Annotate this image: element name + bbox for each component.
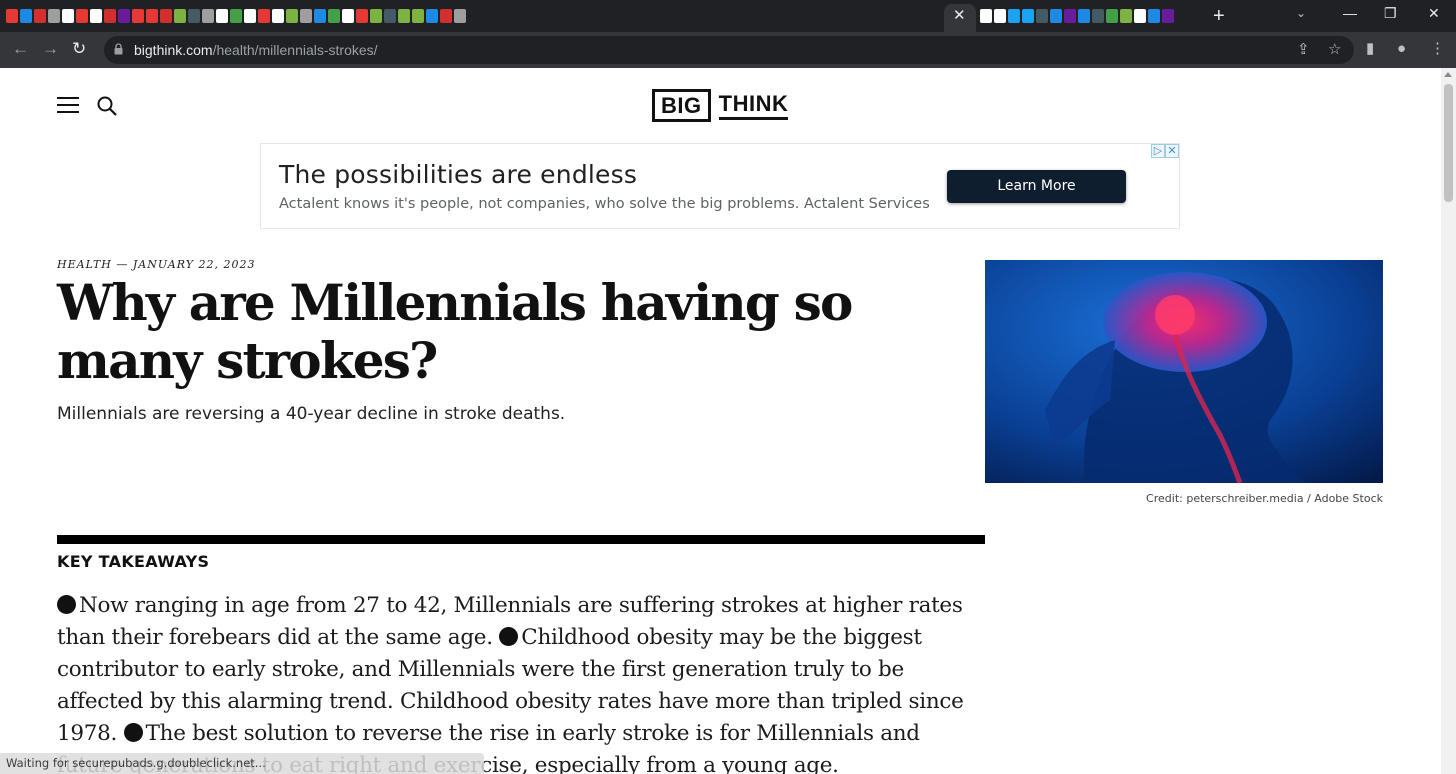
tab-favicon-icon[interactable] (440, 9, 452, 23)
bullet-icon (123, 723, 143, 742)
tab-favicon-icon[interactable] (104, 9, 116, 23)
tab-favicon-icon[interactable] (398, 9, 410, 23)
scrollbar-thumb[interactable] (1444, 84, 1453, 202)
tab-favicon-icon[interactable] (118, 9, 130, 23)
tab-favicon-icon[interactable] (328, 9, 340, 23)
tab-favicon-icon[interactable] (1050, 9, 1062, 23)
side-panel-icon[interactable]: ▮ (1366, 40, 1374, 58)
url-text[interactable]: bigthink.com/health/millennials-strokes/ (134, 42, 378, 58)
logo-think: THINK (718, 90, 789, 120)
tab-favicon-icon[interactable] (980, 9, 992, 23)
restore-icon[interactable]: ❐ (1384, 5, 1397, 22)
site-logo[interactable]: BIG THINK (652, 88, 789, 122)
advertisement-banner[interactable]: The possibilities are endless Actalent k… (260, 143, 1180, 229)
back-icon[interactable]: ← (12, 39, 29, 59)
tab-favicon-icon[interactable] (370, 9, 382, 23)
tab-favicon-icon[interactable] (356, 9, 368, 23)
close-tab-icon[interactable]: ✕ (953, 6, 966, 26)
ad-subtitle: Actalent knows it's people, not companie… (279, 196, 930, 212)
reload-icon[interactable]: ↻ (72, 39, 86, 59)
tab-favicon-icon[interactable] (258, 9, 270, 23)
tab-favicon-icon[interactable] (342, 9, 354, 23)
tab-favicon-icon[interactable] (314, 9, 326, 23)
browser-toolbar: ← → ↻ bigthink.com/health/millennials-st… (0, 32, 1456, 68)
minimize-icon[interactable]: — (1343, 5, 1357, 21)
scroll-up-icon[interactable] (1444, 72, 1452, 77)
tab-favicon-icon[interactable] (202, 9, 214, 23)
ad-title: The possibilities are endless (279, 160, 638, 189)
tab-favicon-icon[interactable] (1022, 9, 1034, 23)
tab-favicon-icon[interactable] (300, 9, 312, 23)
share-icon[interactable]: ⇪ (1297, 41, 1310, 59)
adchoices-icon[interactable]: ▷ ✕ (1151, 144, 1179, 158)
tab-favicon-icon[interactable] (384, 9, 396, 23)
tab-favicon-icon[interactable] (1036, 9, 1048, 23)
ad-learn-more-button[interactable]: Learn More (947, 170, 1126, 203)
tab-favicon-icon[interactable] (174, 9, 186, 23)
tab-favicon-icon[interactable] (1148, 9, 1160, 23)
tab-favicon-icon[interactable] (76, 9, 88, 23)
tab-favicon-icon[interactable] (20, 9, 32, 23)
logo-big: BIG (652, 88, 711, 122)
adchoices-info-icon[interactable]: ▷ (1151, 144, 1165, 158)
article-kicker: HEALTH — JANUARY 22, 2023 (57, 258, 256, 271)
takeaways-divider (57, 535, 985, 544)
tab-favicon-icon[interactable] (1106, 9, 1118, 23)
kebab-menu-icon[interactable]: ⋮ (1430, 40, 1445, 58)
tab-favicon-icon[interactable] (426, 9, 438, 23)
tab-favicon-icon[interactable] (216, 9, 228, 23)
image-credit: Credit: peterschreiber.media / Adobe Sto… (1146, 492, 1383, 505)
tab-favicon-icon[interactable] (1134, 9, 1146, 23)
search-icon[interactable] (96, 95, 118, 117)
tab-favicon-icon[interactable] (90, 9, 102, 23)
tab-favicon-icon[interactable] (994, 9, 1006, 23)
star-icon[interactable]: ☆ (1328, 41, 1341, 59)
tab-favicon-icon[interactable] (1064, 9, 1076, 23)
tab-favicon-icon[interactable] (1120, 9, 1132, 23)
lock-icon (114, 43, 123, 55)
tab-favicon-icon[interactable] (230, 9, 242, 23)
status-bar: Waiting for securepubads.g.doubleclick.n… (0, 753, 484, 774)
hamburger-menu-icon[interactable] (57, 96, 79, 114)
tab-favicon-icon[interactable] (160, 9, 172, 23)
pinned-tabs (6, 7, 946, 25)
bullet-icon (499, 627, 519, 646)
more-tabs (980, 7, 1190, 25)
article-dek: Millennials are reversing a 40-year decl… (57, 404, 566, 424)
hero-image (985, 260, 1383, 483)
tab-favicon-icon[interactable] (1162, 9, 1174, 23)
tab-favicon-icon[interactable] (6, 9, 18, 23)
page-scrollbar[interactable] (1441, 68, 1456, 774)
forward-icon[interactable]: → (42, 39, 59, 59)
tab-favicon-icon[interactable] (62, 9, 74, 23)
tab-favicon-icon[interactable] (1092, 9, 1104, 23)
tab-favicon-icon[interactable] (188, 9, 200, 23)
article-headline: Why are Millennials having so many strok… (57, 273, 853, 390)
ad-close-icon[interactable]: ✕ (1165, 144, 1179, 158)
key-takeaways-label: KEY TAKEAWAYS (57, 552, 210, 571)
tab-favicon-icon[interactable] (272, 9, 284, 23)
key-takeaways-list: Now ranging in age from 27 to 42, Millen… (57, 590, 982, 774)
tab-favicon-icon[interactable] (146, 9, 158, 23)
tab-favicon-icon[interactable] (1078, 9, 1090, 23)
tab-favicon-icon[interactable] (34, 9, 46, 23)
new-tab-icon[interactable]: + (1213, 4, 1225, 28)
tab-favicon-icon[interactable] (286, 9, 298, 23)
tab-strip: ✕ + ⌄ — ❐ ✕ (0, 0, 1456, 32)
tab-favicon-icon[interactable] (244, 9, 256, 23)
tab-favicon-icon[interactable] (48, 9, 60, 23)
bullet-icon (57, 595, 76, 614)
close-window-icon[interactable]: ✕ (1428, 5, 1440, 22)
tab-favicon-icon[interactable] (412, 9, 424, 23)
tab-favicon-icon[interactable] (132, 9, 144, 23)
tab-favicon-icon[interactable] (1008, 9, 1020, 23)
profile-icon[interactable]: ● (1397, 40, 1406, 58)
address-bar[interactable]: bigthink.com/health/millennials-strokes/… (104, 36, 1354, 64)
tab-search-icon[interactable]: ⌄ (1296, 6, 1306, 20)
tab-favicon-icon[interactable] (454, 9, 466, 23)
